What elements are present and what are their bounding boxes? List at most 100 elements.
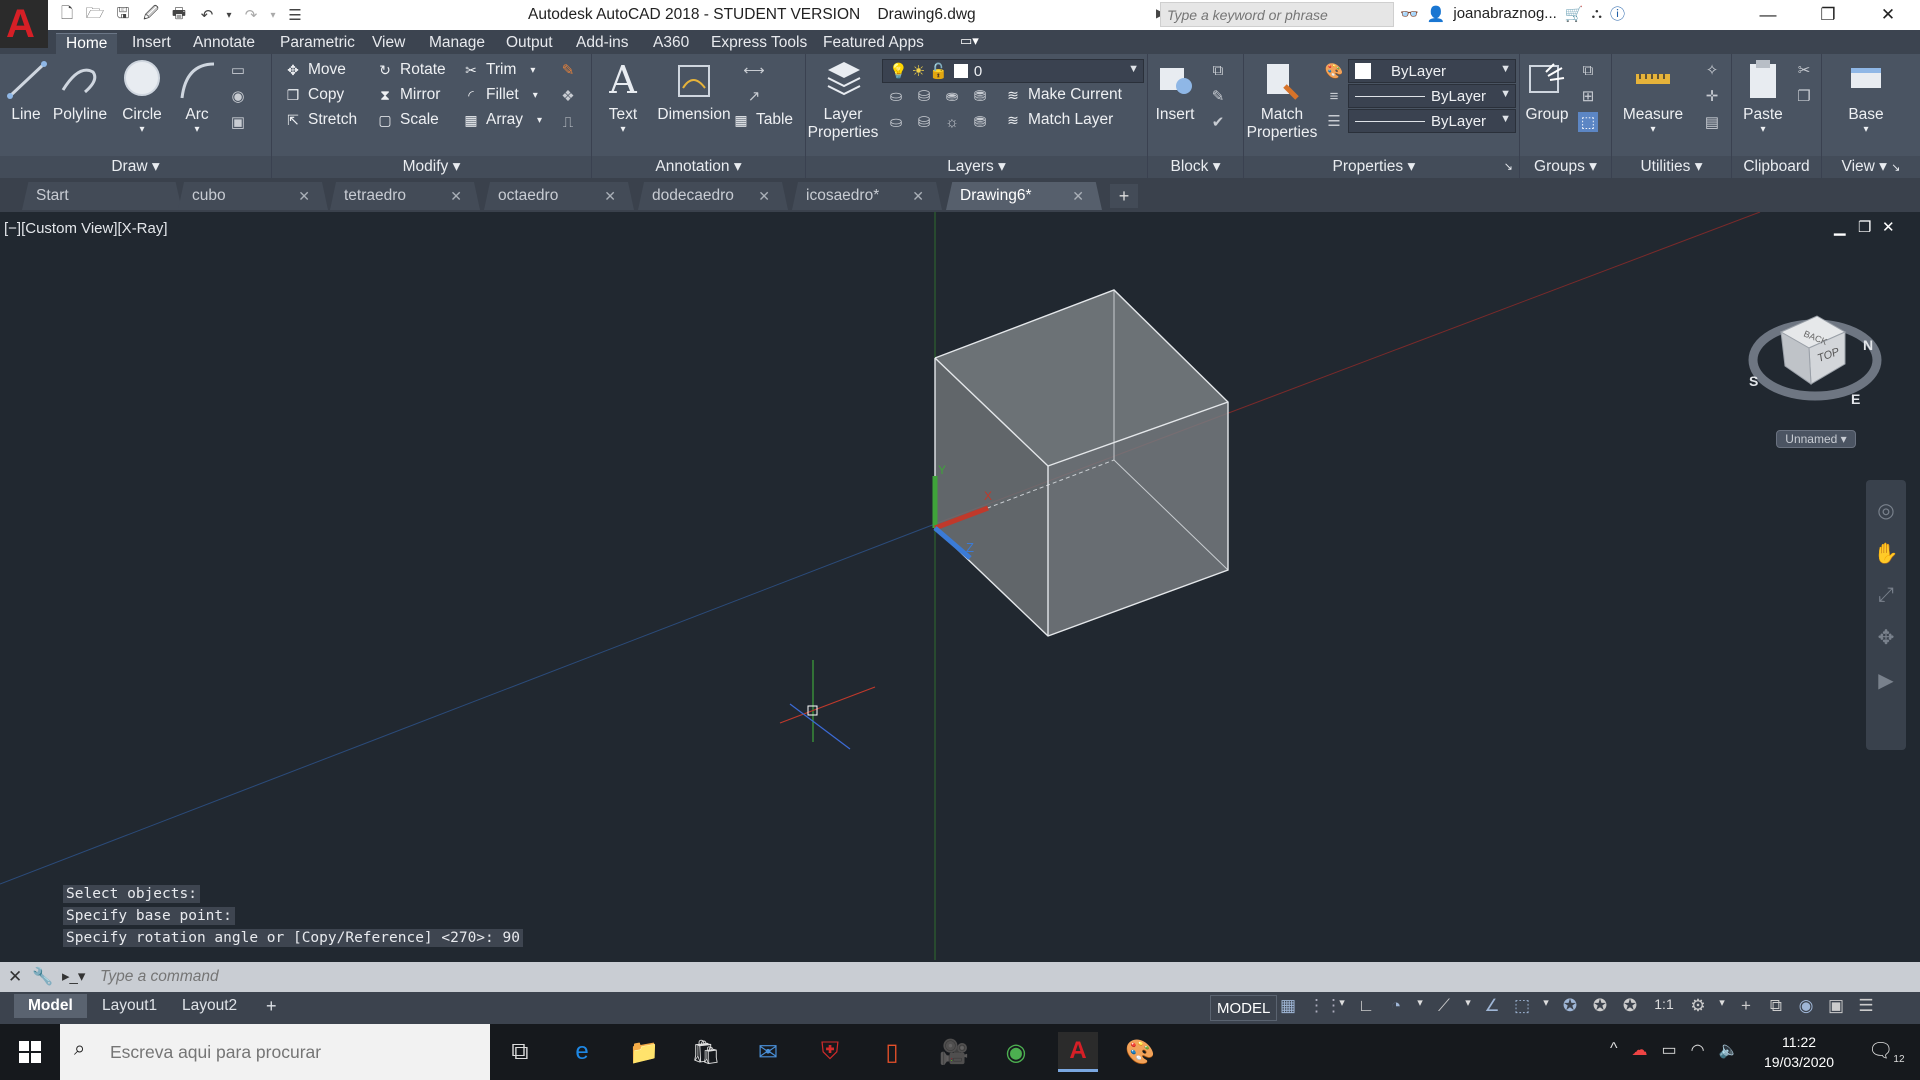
line-button[interactable]: Line [6,58,47,124]
wifi-icon[interactable]: ◠ [1691,1040,1705,1060]
layers-panel-title[interactable]: Layers ▾ [806,156,1147,178]
save-icon[interactable]: 🖫 [112,4,134,26]
new-tab-button[interactable]: + [1110,184,1138,208]
volume-icon[interactable]: 🔈 [1719,1040,1739,1060]
lineweight-dropdown[interactable]: ByLayer ▼ [1348,84,1516,108]
dimension-button[interactable]: Dimension [652,58,736,124]
close-tab-icon[interactable]: ✕ [912,182,924,210]
taskbar-search-input[interactable] [110,1038,470,1066]
stretch-button[interactable]: ⇱ Stretch [284,111,357,129]
layer-lock-tool-icon[interactable]: ⛃ [970,86,990,106]
arc-dropdown-icon[interactable]: ▾ [176,124,218,135]
object-snap-dropdown-icon[interactable]: ▾ [1542,996,1550,1016]
taskbar-clock[interactable]: 11:22 19/03/2020 [1764,1032,1834,1072]
zoom-icon[interactable]: 🎥 [934,1032,974,1072]
binoculars-icon[interactable]: 👓 [1400,5,1419,23]
snap-dropdown-icon[interactable]: ▾ [1338,996,1346,1016]
edit-attributes-icon[interactable]: ✔ [1208,112,1228,132]
isolate-objects-icon[interactable]: ◉ [1796,996,1816,1016]
file-tab-tetraedro[interactable]: tetraedro ✕ [330,182,480,210]
measure-dropdown-icon[interactable]: ▾ [1614,124,1692,135]
edge-icon[interactable]: e [562,1032,602,1072]
minimize-icon[interactable]: — [1740,0,1796,30]
calculator-icon[interactable]: ▤ [1702,112,1722,132]
ucs-menu-button[interactable]: Unnamed ▾ [1776,430,1856,448]
group-edit-icon[interactable]: ⊞ [1578,86,1598,106]
layout-tab-model[interactable]: Model [14,994,87,1018]
hatch-icon[interactable]: ◉ [228,86,248,106]
polar-dropdown-icon[interactable]: ▾ [1416,996,1424,1016]
plot-icon[interactable]: 🖶 [168,4,190,26]
zoom-extents-icon[interactable]: ⤢ [1866,584,1906,607]
layout-tab-layout1[interactable]: Layout1 [88,994,171,1018]
add-layout-button[interactable]: + [252,994,291,1018]
insert-block-button[interactable]: Insert [1152,58,1198,124]
drawing-viewport[interactable]: Y X Z [−][Custom View][X-Ray] ▁ ❐ ✕ BACK… [0,212,1920,960]
paste-button[interactable]: Paste ▾ [1738,58,1788,135]
close-command-line-icon[interactable]: ✕ [8,967,22,987]
base-view-button[interactable]: Base ▾ [1842,58,1890,135]
close-tab-icon[interactable]: ✕ [1072,182,1084,210]
color-dropdown[interactable]: ByLayer ▼ [1348,59,1516,83]
chrome-icon[interactable]: ◉ [996,1032,1036,1072]
tab-parametric[interactable]: Parametric [270,33,365,54]
onedrive-error-icon[interactable]: ☁ [1632,1040,1648,1060]
create-block-icon[interactable]: ⧉ [1208,60,1228,80]
cart-icon[interactable]: 🛒 [1565,5,1584,23]
compass-e-label[interactable]: E [1851,391,1860,407]
linetype-dropdown[interactable]: ByLayer ▼ [1348,109,1516,133]
pan-icon[interactable]: ✋ [1866,541,1906,566]
annotation-monitor-icon[interactable]: + [1736,996,1756,1016]
quick-select-icon[interactable]: ✧ [1702,60,1722,80]
layer-unisolate-icon[interactable]: ⛁ [914,112,934,132]
command-input[interactable] [100,966,1900,988]
hardware-acceleration-icon[interactable]: ▣ [1826,996,1846,1016]
undo-icon[interactable]: ↶ [196,4,218,26]
file-tab-icosaedro[interactable]: icosaedro* ✕ [792,182,942,210]
close-window-icon[interactable]: ✕ [1860,0,1916,30]
tab-add-ins[interactable]: Add-ins [566,33,639,54]
tab-featured-apps[interactable]: Featured Apps [813,33,934,54]
rotate-button[interactable]: ↻ Rotate [376,61,446,79]
block-panel-title[interactable]: Block ▾ [1148,156,1243,178]
close-tab-icon[interactable]: ✕ [604,182,616,210]
paste-dropdown-icon[interactable]: ▾ [1738,124,1788,135]
paint-icon[interactable]: 🎨 [1120,1032,1160,1072]
move-button[interactable]: ✥ Move [284,61,346,79]
isodraft-icon[interactable]: ⟋ [1434,996,1454,1016]
viewport-controls-label[interactable]: [−][Custom View][X-Ray] [4,220,168,237]
close-tab-icon[interactable]: ✕ [298,182,310,210]
steering-wheel-icon[interactable]: ◎ [1866,498,1906,523]
base-dropdown-icon[interactable]: ▾ [1842,124,1890,135]
tab-manage[interactable]: Manage [419,33,495,54]
match-layer-button[interactable]: ≋ Match Layer [1004,111,1113,129]
recent-commands-icon[interactable]: ▸_▾ [62,967,85,985]
close-tab-icon[interactable]: ✕ [758,182,770,210]
grid-icon[interactable]: ▦ [1278,996,1298,1016]
leader-icon[interactable]: ↗ [744,86,764,106]
file-tab-octaedro[interactable]: octaedro ✕ [484,182,634,210]
customize-command-line-icon[interactable]: 🔧 [32,967,53,987]
explode-icon[interactable]: ❖ [558,86,578,106]
snap-icon[interactable]: ⋮⋮ [1308,996,1342,1016]
help-icon[interactable]: ⓘ [1610,3,1625,24]
table-button[interactable]: ▦ Table [732,111,793,129]
view-panel-title[interactable]: View ▾ ↘ [1822,156,1920,178]
polyline-button[interactable]: Polyline [50,58,110,124]
edit-block-icon[interactable]: ✎ [1208,86,1228,106]
gradient-icon[interactable]: ▣ [228,112,248,132]
group-selection-icon[interactable]: ⬚ [1578,112,1598,132]
ungroup-icon[interactable]: ⧉ [1578,60,1598,80]
restore-icon[interactable]: ❐ [1800,0,1856,30]
autocad-taskbar-icon[interactable]: A [1058,1032,1098,1072]
fillet-button[interactable]: ◜ Fillet ▾ [462,86,537,104]
tab-view[interactable]: View [362,33,415,54]
mcafee-icon[interactable]: ⛨ [810,1032,850,1072]
viewport-minimize-icon[interactable]: ▁ [1834,218,1846,236]
model-space-button[interactable]: MODEL [1210,995,1278,1021]
utilities-panel-title[interactable]: Utilities ▾ [1612,156,1731,178]
office-icon[interactable]: ▯ [872,1032,912,1072]
viewcube[interactable]: BACK TOP N S E [1745,292,1885,432]
annotation-panel-title[interactable]: Annotation ▾ [592,156,805,178]
polar-icon[interactable]: ◔ [1386,996,1406,1016]
